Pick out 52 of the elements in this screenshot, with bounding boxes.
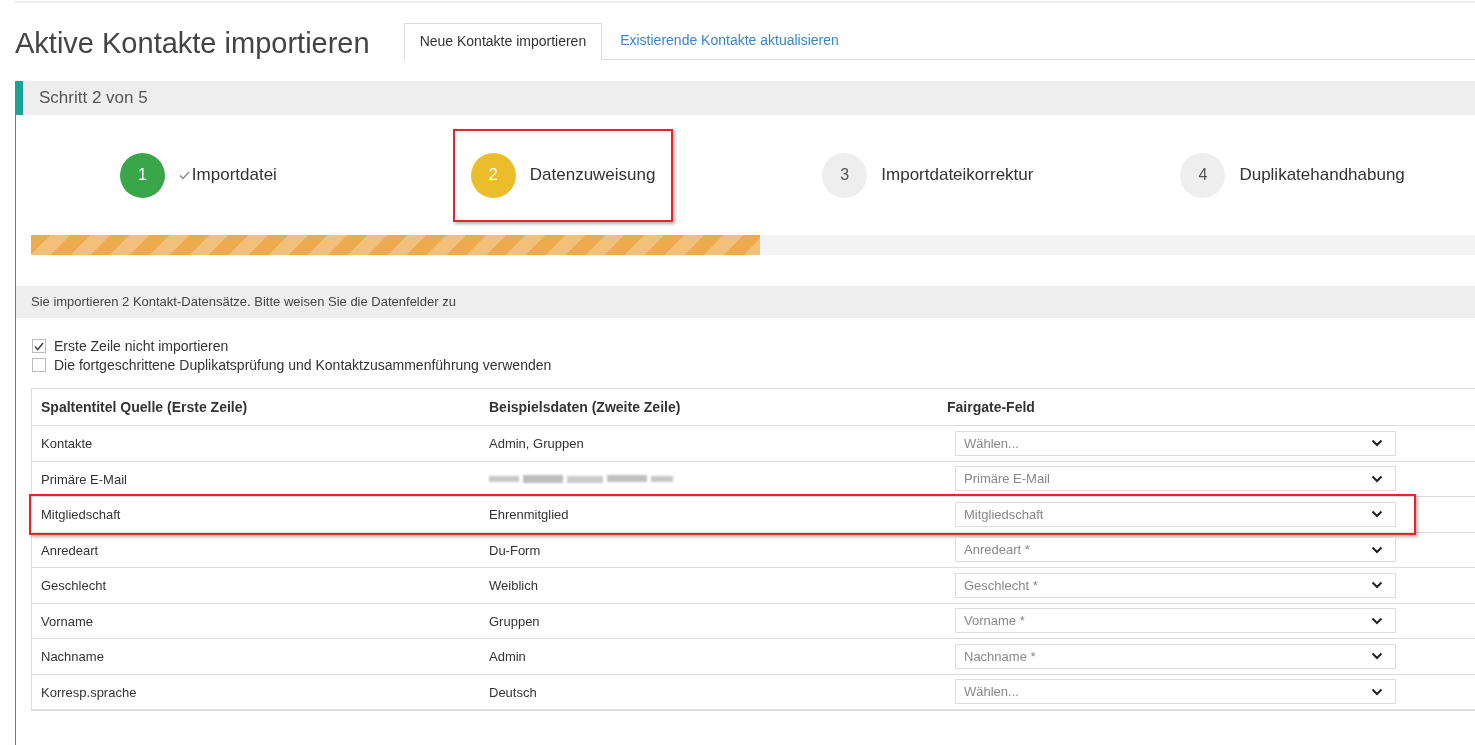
chevron-down-icon: [1371, 474, 1383, 483]
table-cell: Deutsch: [489, 684, 537, 700]
step-number: 2: [470, 152, 516, 198]
info-text: Sie importieren 2 Kontakt-Datensätze. Bitte weisen Sie die Datenfelder zu: [31, 293, 456, 312]
checkbox[interactable]: [32, 339, 46, 353]
field-select[interactable]: Wählen...: [955, 679, 1396, 705]
page-title: Aktive Kontakte importieren: [15, 29, 370, 60]
checkbox-label: Erste Zeile nicht importieren: [54, 339, 229, 353]
table-cell: Nachname: [41, 649, 104, 665]
table-cell: Primäre E-Mail: [41, 471, 127, 487]
table-cell: Kontakte: [41, 436, 93, 452]
field-select[interactable]: Nachname *: [955, 643, 1396, 669]
column-header: Beispielsdaten (Zweite Zeile): [489, 399, 681, 415]
chevron-down-icon: [1371, 581, 1383, 590]
chevron-down-icon: [1371, 652, 1383, 661]
table-cell: Korresp.sprache: [41, 684, 137, 700]
step-label: Duplikatehandhabung: [1239, 164, 1405, 187]
field-select[interactable]: Mitgliedschaft: [955, 501, 1396, 527]
chevron-down-icon: [1371, 616, 1383, 625]
table-cell: Geschlecht: [41, 578, 107, 594]
step-label: Importdateikorrektur: [881, 164, 1034, 187]
step-number: 1: [119, 152, 165, 198]
field-select[interactable]: Primäre E-Mail: [955, 466, 1396, 492]
chevron-down-icon: [1371, 687, 1383, 696]
table-cell: Gruppen: [489, 613, 540, 629]
table-cell: Mitgliedschaft: [41, 507, 121, 523]
table-cell: Vorname: [41, 613, 94, 629]
step-label: Importdatei: [191, 164, 277, 187]
field-select[interactable]: Anredeart *: [955, 537, 1396, 563]
field-select[interactable]: Vorname *: [955, 608, 1396, 634]
tab[interactable]: Neue Kontakte importieren: [403, 23, 603, 60]
table-cell: Weiblich: [489, 578, 538, 594]
chevron-down-icon: [1371, 510, 1383, 519]
chevron-down-icon: [1371, 439, 1383, 448]
table-cell: Anredeart: [41, 542, 99, 558]
check-icon: [178, 170, 190, 180]
checkbox-label: Die fortgeschrittene Duplikatsprüfung und Kontaktzusammenführung verwenden: [54, 358, 552, 372]
step-number: 4: [1180, 152, 1226, 198]
table-cell: Admin, Gruppen: [489, 436, 584, 452]
column-header: Fairgate-Feld: [947, 399, 1035, 415]
table-cell: Admin: [489, 649, 526, 665]
table-cell: Ehrenmitglied: [489, 507, 569, 523]
chevron-down-icon: [1371, 545, 1383, 554]
panel-title: Schritt 2 von 5: [39, 87, 148, 110]
checkbox[interactable]: [32, 358, 46, 372]
tab[interactable]: Existierende Kontakte aktualisieren: [602, 22, 857, 59]
column-header: Spaltentitel Quelle (Erste Zeile): [41, 399, 248, 415]
table-cell: Du-Form: [489, 542, 541, 558]
step-label: Datenzuweisung: [529, 164, 656, 187]
field-select[interactable]: Wählen...: [955, 430, 1396, 456]
field-select[interactable]: Geschlecht *: [955, 572, 1396, 598]
step-number: 3: [822, 152, 868, 198]
